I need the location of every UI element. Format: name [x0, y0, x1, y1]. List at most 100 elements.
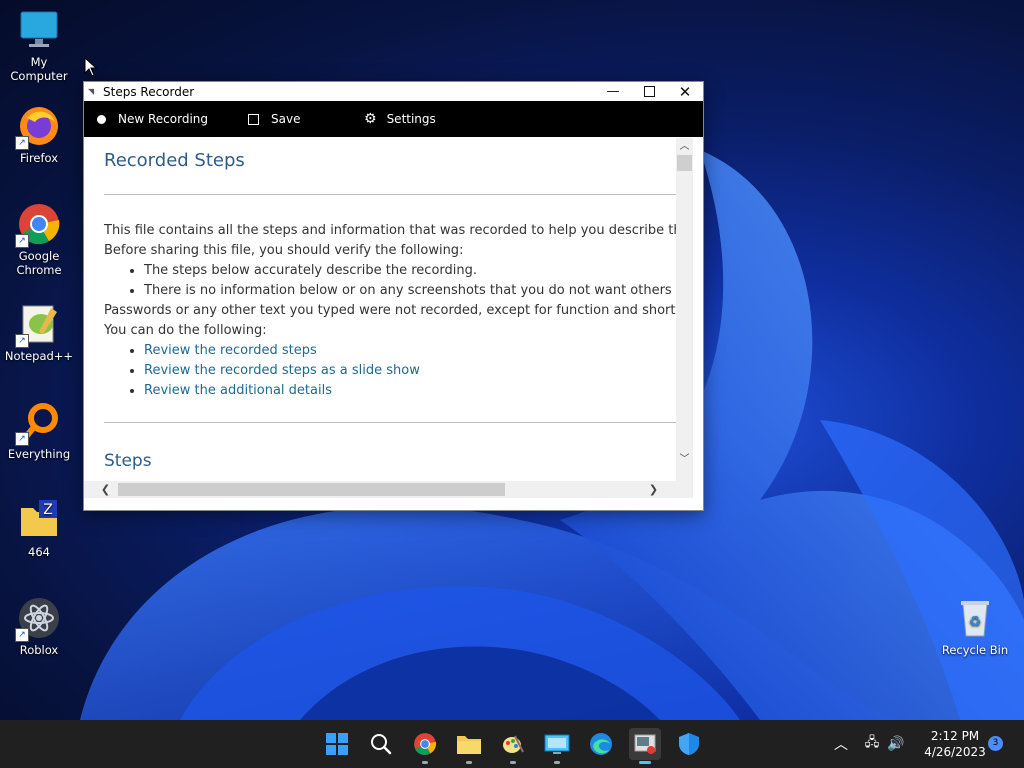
content-body: This file contains all the steps and inf…	[104, 221, 676, 401]
volume-icon[interactable]: 🔊	[886, 736, 906, 752]
notification-badge[interactable]: 3	[988, 736, 1003, 751]
shield-icon	[679, 733, 699, 755]
desktop-icon-label: Roblox	[19, 643, 59, 657]
taskbar-windows-security[interactable]	[673, 728, 705, 760]
windows-logo-icon	[326, 733, 348, 755]
horizontal-scrollbar[interactable]: ❮ ❯	[84, 481, 693, 498]
monitor-icon	[17, 8, 61, 52]
desktop-icon-label: Notepad++	[4, 349, 74, 363]
shortcut-arrow-icon: ↗	[15, 432, 29, 446]
close-button[interactable]: ✕	[667, 82, 703, 101]
svg-text:♻: ♻	[969, 614, 982, 630]
minimize-button[interactable]: —	[595, 82, 631, 101]
running-indicator	[639, 761, 651, 764]
settings-label: Settings	[386, 112, 436, 126]
chrome-icon	[414, 733, 437, 755]
desktop-icon-everything[interactable]: ↗ Everything	[1, 400, 77, 461]
search-button[interactable]	[365, 728, 397, 760]
recorded-steps-heading: Recorded Steps	[104, 150, 245, 171]
steps-recorder-icon	[634, 734, 656, 754]
slide-show-link[interactable]: Review the recorded steps as a slide sho…	[144, 363, 420, 378]
shortcut-arrow-icon: ↗	[15, 234, 29, 248]
verify-text: Before sharing this file, you should ver…	[104, 243, 464, 258]
desktop-icon-chrome[interactable]: ↗ Google Chrome	[1, 202, 77, 277]
horizontal-scroll-thumb[interactable]	[118, 483, 505, 496]
review-steps-link[interactable]: Review the recorded steps	[144, 343, 317, 358]
search-icon	[371, 734, 392, 755]
desktop-icon-464[interactable]: Z 464	[1, 498, 77, 559]
running-indicator	[466, 761, 472, 764]
vertical-scroll-thumb[interactable]	[677, 155, 692, 171]
svg-text:Z: Z	[43, 502, 53, 518]
scroll-left-arrow-icon[interactable]: ❮	[97, 481, 114, 498]
remote-desktop-icon	[544, 734, 570, 754]
settings-button[interactable]: ⚙ Settings	[364, 101, 436, 137]
chrome-icon: ↗	[15, 202, 61, 248]
running-indicator	[422, 761, 428, 764]
actions-list: Review the recorded steps Review the rec…	[104, 341, 676, 401]
steps-recorder-window: ◥ Steps Recorder — ✕ New Recording Save …	[83, 81, 704, 511]
maximize-button[interactable]	[631, 82, 667, 101]
maximize-icon	[643, 86, 655, 97]
running-indicator	[510, 761, 516, 764]
mouse-cursor-icon	[84, 57, 98, 77]
taskbar-remote-desktop[interactable]	[541, 728, 573, 764]
shortcut-arrow-icon: ↗	[15, 334, 29, 348]
vertical-scrollbar[interactable]: ︿ ﹀	[676, 138, 693, 481]
zip-folder-icon: Z	[17, 498, 61, 542]
running-indicator	[554, 761, 560, 764]
clock-date: 4/26/2023	[924, 745, 986, 759]
desktop-icon-recycle-bin[interactable]: ♻ Recycle Bin	[937, 596, 1013, 657]
save-button[interactable]: Save	[248, 101, 358, 137]
shortcut-arrow-icon: ↗	[15, 136, 29, 150]
everything-search-icon: ↗	[15, 400, 61, 446]
desktop-icon-my-computer[interactable]: My Computer	[1, 8, 77, 83]
desktop-icon-label: Recycle Bin	[941, 643, 1009, 657]
desktop-icon-label: 464	[28, 545, 50, 559]
steps-heading: Steps	[104, 451, 152, 471]
desktop-icon-label: Firefox	[19, 151, 59, 165]
desktop-icon-firefox[interactable]: ↗ Firefox	[1, 104, 77, 165]
taskbar-edge[interactable]	[585, 728, 617, 760]
save-disk-icon	[248, 113, 259, 125]
divider	[104, 194, 676, 195]
scroll-right-arrow-icon[interactable]: ❯	[645, 481, 662, 498]
verify-list: The steps below accurately describe the …	[104, 261, 676, 301]
divider	[104, 422, 676, 423]
desktop-icon-roblox[interactable]: ↗ Roblox	[1, 596, 77, 657]
folder-icon	[457, 736, 481, 754]
scroll-down-arrow-icon[interactable]: ﹀	[676, 451, 693, 468]
scroll-up-arrow-icon[interactable]: ︿	[676, 138, 693, 155]
list-item: The steps below accurately describe the …	[144, 261, 676, 281]
roblox-icon: ↗	[15, 596, 61, 642]
clock[interactable]: 2:12 PM 4/26/2023	[912, 728, 998, 760]
taskbar-file-explorer[interactable]	[453, 728, 485, 764]
list-item: There is no information below or on any …	[144, 281, 676, 301]
start-button[interactable]	[321, 728, 353, 760]
desktop-icon-label: Everything	[7, 447, 71, 461]
firefox-icon: ↗	[15, 104, 61, 150]
taskbar-steps-recorder[interactable]	[629, 728, 661, 764]
desktop-icon-notepadpp[interactable]: ↗ Notepad++	[1, 302, 77, 363]
passwords-text: Passwords or any other text you typed we…	[104, 303, 676, 318]
toolbar: New Recording Save ⚙ Settings	[84, 101, 703, 137]
desktop-icon-label: My Computer	[10, 55, 68, 83]
taskbar-chrome[interactable]	[409, 728, 441, 764]
new-recording-label: New Recording	[118, 112, 209, 126]
save-label: Save	[271, 112, 301, 126]
show-hidden-icons-chevron-icon[interactable]: ︿	[832, 734, 850, 754]
record-dot-icon	[97, 114, 106, 124]
paint-brush-icon	[503, 735, 524, 753]
desktop-icon-label: Google Chrome	[16, 249, 62, 277]
recorded-steps-content: Recorded Steps This file contains all th…	[84, 138, 676, 481]
new-recording-button[interactable]: New Recording	[97, 101, 232, 137]
intro-text: This file contains all the steps and inf…	[104, 223, 676, 238]
taskbar-paint-app[interactable]	[497, 728, 529, 764]
title-bar[interactable]: ◥ Steps Recorder — ✕	[84, 82, 703, 101]
window-title: Steps Recorder	[103, 84, 195, 99]
clock-time: 2:12 PM	[930, 729, 980, 743]
gear-icon: ⚙	[364, 111, 377, 127]
additional-details-link[interactable]: Review the additional details	[144, 383, 332, 398]
network-icon[interactable]: 🖧	[862, 733, 882, 755]
notepad-plus-plus-icon: ↗	[15, 302, 61, 348]
